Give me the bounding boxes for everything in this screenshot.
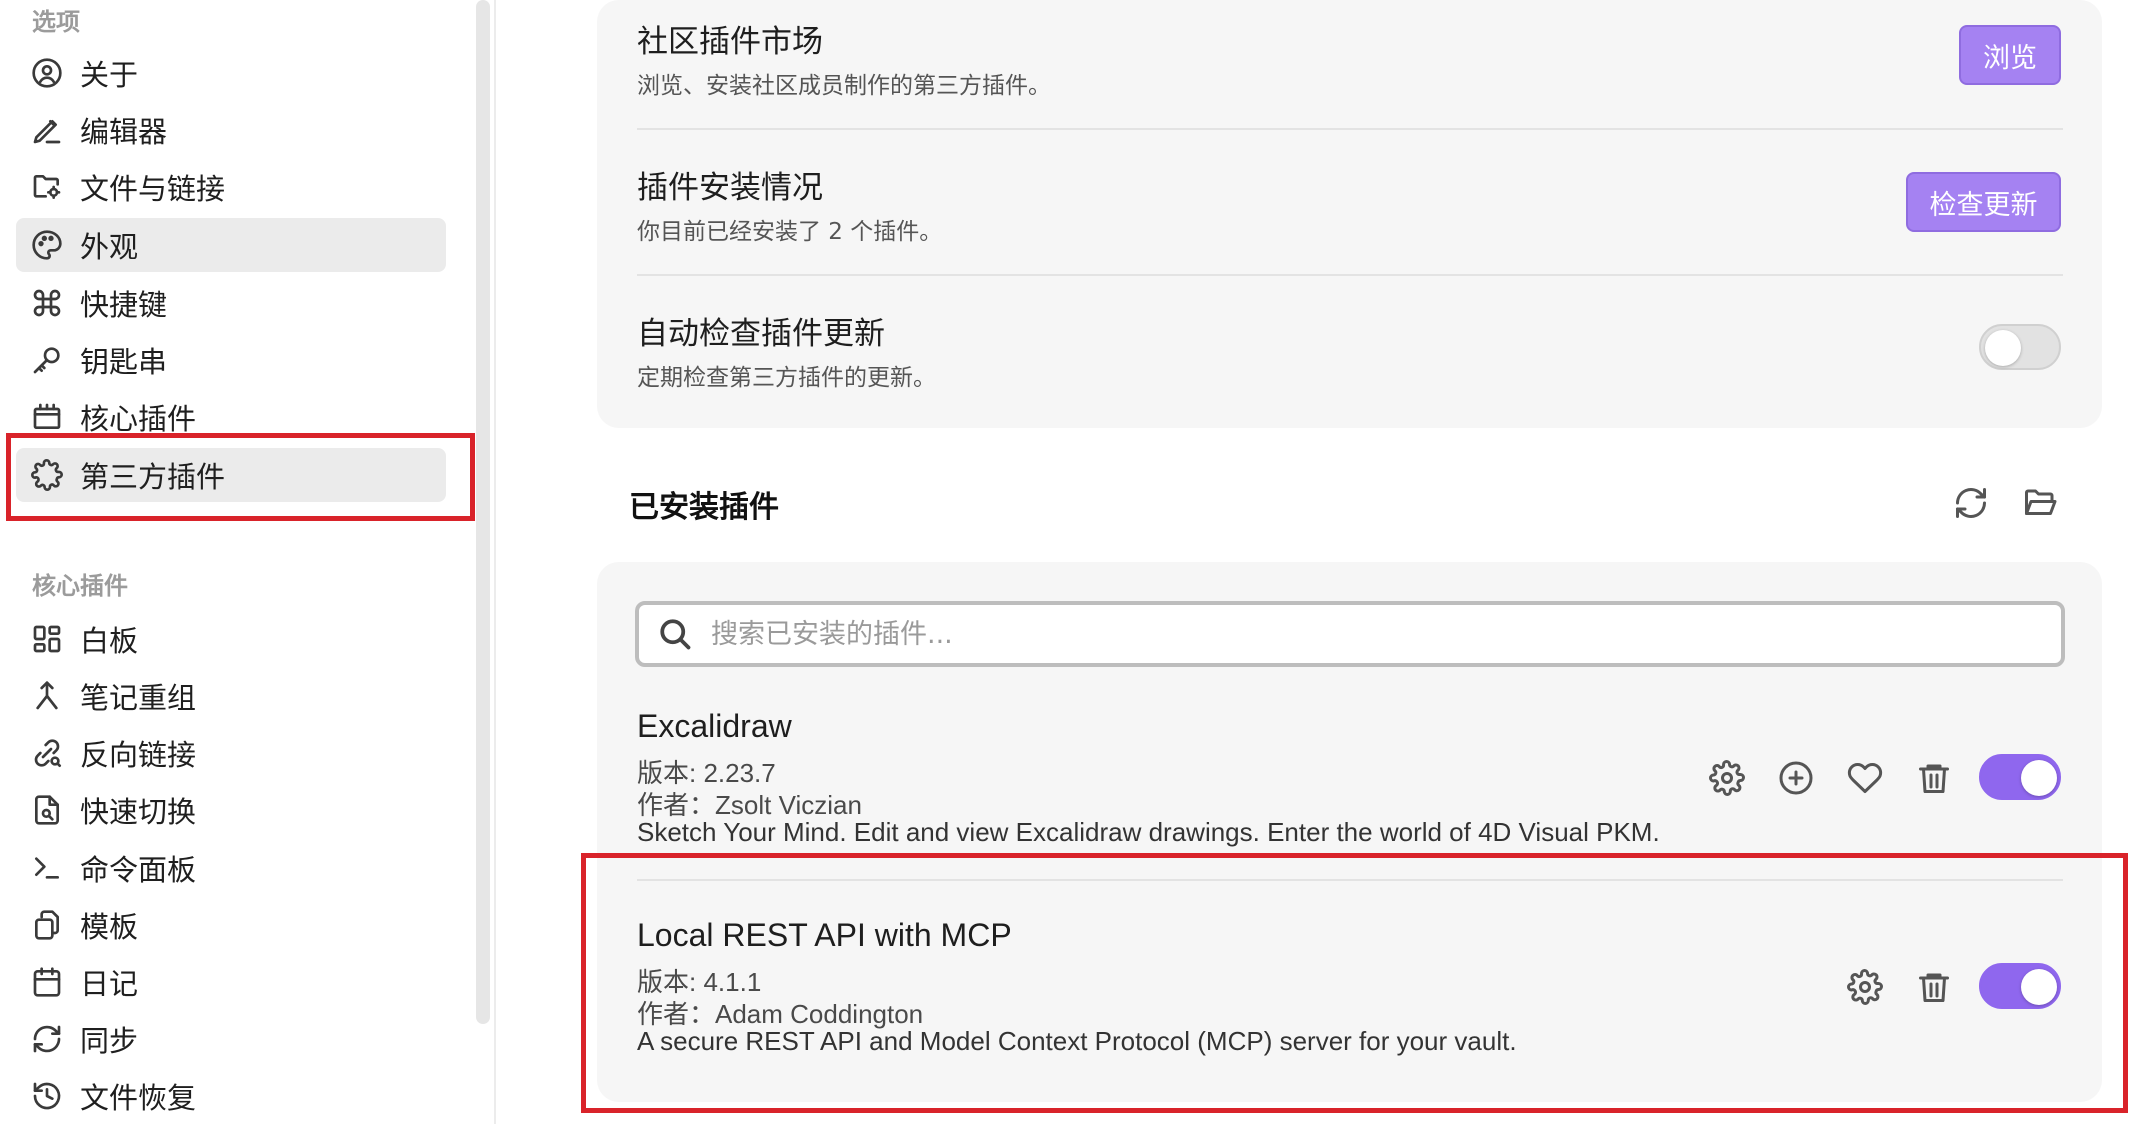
community-market-title: 社区插件市场 — [637, 24, 823, 60]
plugin-status-desc: 你目前已经安装了 2 个插件。 — [637, 219, 943, 245]
row-separator — [637, 274, 2063, 276]
heart-icon — [1847, 762, 1883, 793]
link-search-icon — [30, 736, 64, 770]
sidebar-item-about[interactable]: 关于 — [16, 46, 446, 100]
trash-icon — [1919, 764, 1949, 793]
plugin-enable-toggle[interactable] — [1979, 754, 2061, 800]
search-icon — [660, 619, 691, 650]
plugin-search-box[interactable] — [635, 601, 2065, 667]
core-section-title: 核心插件 — [32, 572, 128, 600]
plugin-settings-button[interactable] — [1707, 758, 1747, 798]
plus-circle-icon — [1779, 761, 1813, 795]
sidebar-item-backlinks[interactable]: 反向链接 — [16, 726, 446, 780]
sidebar-item-community-plugins[interactable]: 第三方插件 — [16, 448, 446, 502]
plugin-search-input[interactable] — [711, 605, 2061, 663]
auto-update-title: 自动检查插件更新 — [637, 316, 885, 352]
sidebar-item-canvas[interactable]: 白板 — [16, 612, 446, 666]
auto-update-desc: 定期检查第三方插件的更新。 — [637, 365, 936, 391]
sidebar-item-files-links[interactable]: 文件与链接 — [16, 160, 446, 214]
plugin-settings-button[interactable] — [1845, 967, 1885, 1007]
plugin-uninstall-button[interactable] — [1914, 758, 1954, 798]
puzzle-icon — [30, 458, 64, 492]
refresh-icon — [1956, 488, 1986, 518]
sidebar-item-sync[interactable]: 同步 — [16, 1012, 446, 1066]
sidebar-item-templates[interactable]: 模板 — [16, 898, 446, 952]
plugin-status-title: 插件安装情况 — [637, 170, 823, 206]
auto-update-toggle[interactable] — [1979, 324, 2061, 370]
open-plugins-folder-button[interactable] — [2020, 483, 2060, 523]
row-separator — [637, 128, 2063, 130]
plugin-name: Local REST API with MCP — [637, 917, 1012, 953]
plugin-description: Sketch Your Mind. Edit and view Excalidr… — [637, 817, 1660, 847]
key-icon — [30, 343, 64, 377]
sidebar-item-quick-switcher[interactable]: 快速切换 — [16, 783, 446, 837]
grid-icon — [30, 622, 64, 656]
toggle-knob — [1985, 330, 2021, 366]
pen-icon — [30, 113, 64, 147]
options-section-title: 选项 — [32, 8, 80, 36]
installed-plugins-heading: 已安装插件 — [629, 490, 779, 525]
sidebar-scrollbar[interactable] — [476, 0, 490, 1024]
toggle-knob — [2021, 969, 2057, 1005]
check-updates-button[interactable]: 检查更新 — [1906, 172, 2061, 232]
copy-icon — [30, 908, 64, 942]
calendar-box-icon — [30, 400, 64, 434]
settings-sidebar: 选项 关于 编辑器 文件与链接 外观 快捷键 钥匙串 核心插件 第三方插件 核心… — [0, 0, 475, 1124]
plugin-name: Excalidraw — [637, 708, 792, 744]
merge-icon — [30, 679, 64, 713]
folder-cog-icon — [30, 170, 64, 204]
plugin-hotkeys-button[interactable] — [1776, 758, 1816, 798]
plugin-donate-button[interactable] — [1845, 758, 1885, 798]
gear-icon — [1709, 760, 1745, 796]
file-search-icon — [30, 793, 64, 827]
palette-icon — [30, 228, 64, 262]
sidebar-item-note-composer[interactable]: 笔记重组 — [16, 669, 446, 723]
toggle-knob — [2021, 760, 2057, 796]
history-icon — [30, 1079, 64, 1113]
sidebar-item-command-palette[interactable]: 命令面板 — [16, 841, 446, 895]
user-circle-icon — [30, 56, 64, 90]
terminal-icon — [30, 851, 64, 885]
trash-icon — [1919, 973, 1949, 1002]
plugin-enable-toggle[interactable] — [1979, 963, 2061, 1009]
sidebar-item-file-recovery[interactable]: 文件恢复 — [16, 1069, 446, 1123]
folder-open-icon — [2025, 489, 2057, 515]
community-market-desc: 浏览、安装社区成员制作的第三方插件。 — [637, 73, 1051, 99]
sidebar-item-core-plugins[interactable]: 核心插件 — [16, 390, 446, 444]
sync-icon — [30, 1022, 64, 1056]
sidebar-item-keychain[interactable]: 钥匙串 — [16, 333, 446, 387]
sidebar-item-appearance[interactable]: 外观 — [16, 218, 446, 272]
sidebar-divider — [494, 0, 496, 1124]
sidebar-item-hotkeys[interactable]: 快捷键 — [16, 276, 446, 330]
browse-button[interactable]: 浏览 — [1959, 25, 2061, 85]
plugin-uninstall-button[interactable] — [1914, 967, 1954, 1007]
command-icon — [30, 286, 64, 320]
calendar-icon — [30, 965, 64, 999]
sidebar-item-daily-notes[interactable]: 日记 — [16, 955, 446, 1009]
sidebar-item-editor[interactable]: 编辑器 — [16, 103, 446, 157]
plugin-description: A secure REST API and Model Context Prot… — [637, 1026, 1517, 1056]
gear-icon — [1847, 969, 1883, 1005]
row-separator — [637, 879, 2063, 881]
reload-plugins-button[interactable] — [1951, 483, 1991, 523]
